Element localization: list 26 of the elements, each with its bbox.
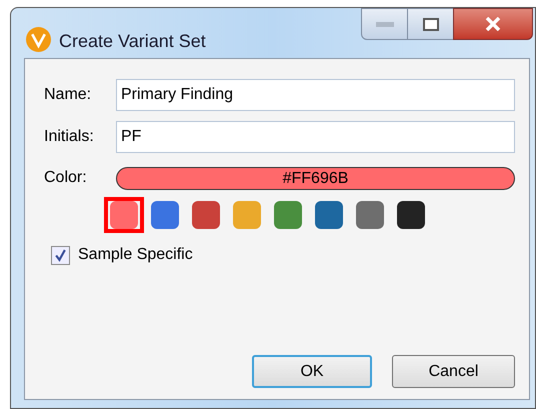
checkbox[interactable] xyxy=(51,246,70,264)
checkbox-label: Sample Specific xyxy=(78,245,193,265)
color-swatch[interactable] xyxy=(397,201,425,229)
close-button[interactable] xyxy=(453,8,533,40)
color-swatch[interactable] xyxy=(192,201,220,229)
field-label: Name: xyxy=(44,85,92,105)
minimize-icon xyxy=(376,22,394,26)
close-icon xyxy=(485,17,501,31)
field-label: Initials: xyxy=(44,127,95,147)
color-swatch[interactable] xyxy=(233,201,261,229)
checkmark-icon xyxy=(54,248,67,262)
color-swatch[interactable] xyxy=(356,201,384,229)
color-swatch[interactable] xyxy=(110,201,138,229)
maximize-button[interactable] xyxy=(408,8,453,40)
app-logo-icon xyxy=(26,27,51,52)
cancel-button[interactable]: Cancel xyxy=(392,355,515,388)
text-field[interactable]: Primary Finding xyxy=(116,79,515,111)
maximize-icon xyxy=(422,18,438,30)
color-swatch[interactable] xyxy=(151,201,179,229)
text-field[interactable]: PF xyxy=(116,121,515,153)
field-label: Color: xyxy=(44,168,88,188)
color-field[interactable]: #FF696B xyxy=(116,166,515,190)
window-title: Create Variant Set xyxy=(59,30,206,53)
color-swatch[interactable] xyxy=(274,201,302,229)
color-swatch[interactable] xyxy=(315,201,343,229)
ok-button[interactable]: OK xyxy=(252,355,372,388)
